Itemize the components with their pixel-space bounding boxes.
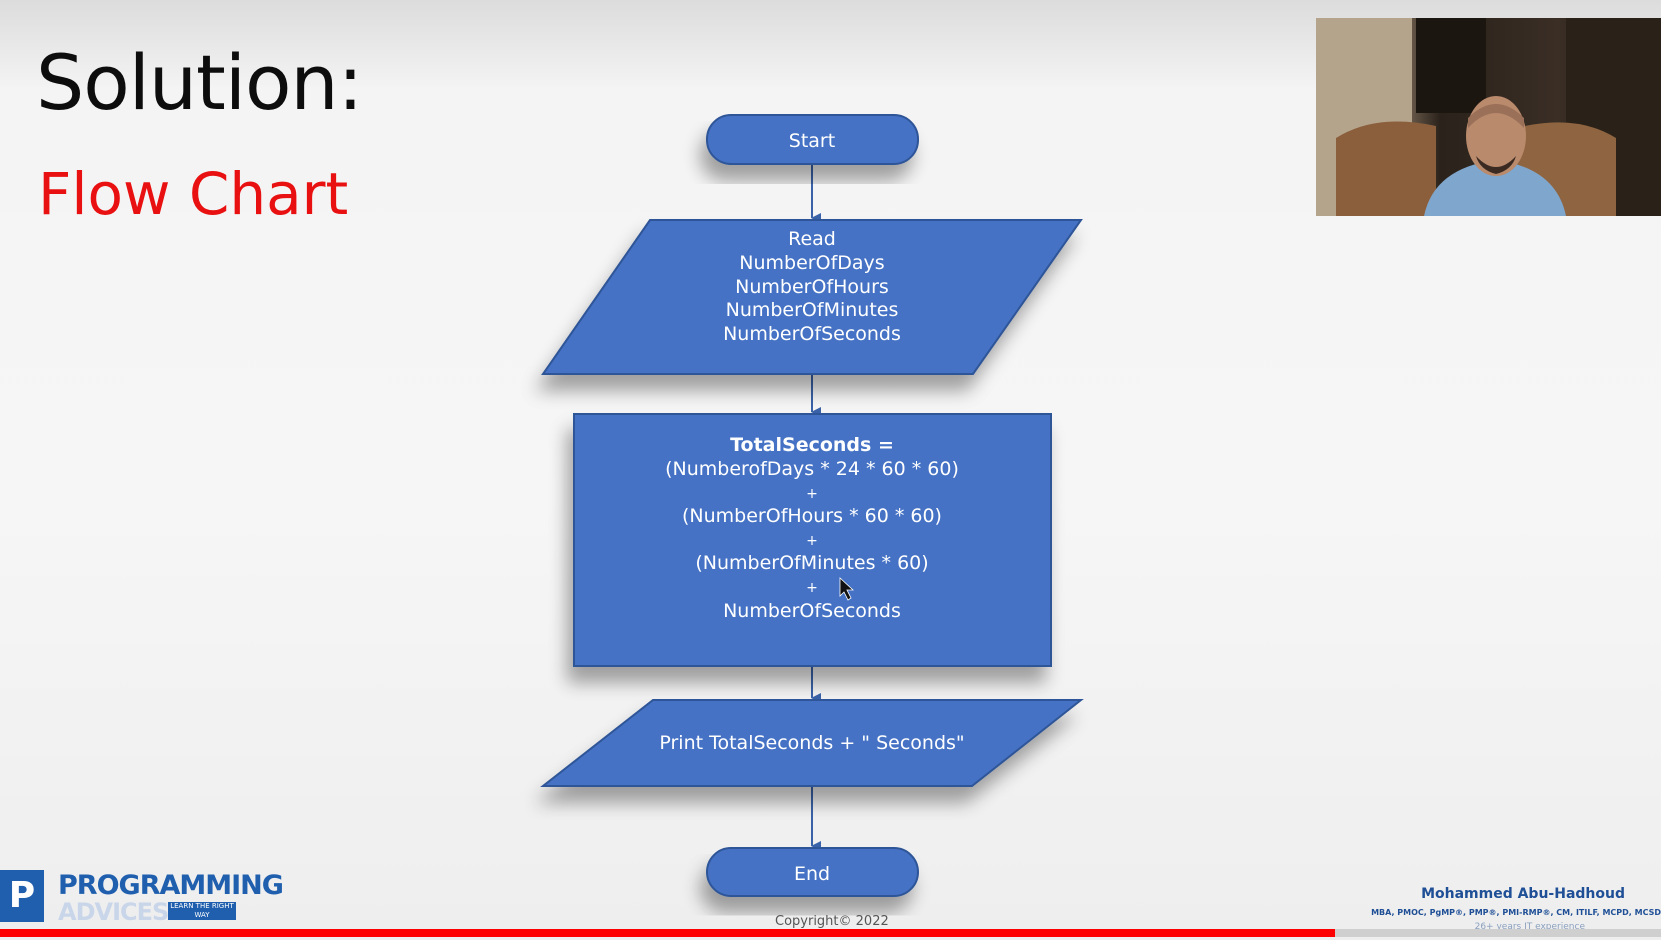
start-label: Start [789, 130, 835, 152]
programming-advices-logo: P PROGRAMMING ADVICES LEARN THE RIGHT WA… [0, 868, 284, 928]
process-line: (NumberOfHours * 60 * 60) [682, 505, 942, 527]
presenter-video-icon [1316, 18, 1661, 216]
webcam-overlay [1316, 18, 1661, 216]
end-terminal: End [706, 847, 919, 897]
output-parallelogram: Print TotalSeconds + " Seconds" [540, 699, 1084, 787]
presenter-name: Mohammed Abu-Hadhoud [1421, 886, 1625, 902]
input-line: NumberOfHours [735, 276, 889, 298]
copyright-text: Copyright© 2022 [775, 914, 889, 929]
presenter-credentials: MBA, PMOC, PgMP®, PMP®, PMI-RMP®, CM, IT… [1371, 908, 1661, 917]
input-line: NumberOfSeconds [723, 323, 901, 345]
process-rectangle: TotalSeconds = (NumberofDays * 24 * 60 *… [573, 413, 1052, 667]
start-terminal: Start [706, 114, 919, 165]
logo-text-line1: PROGRAMMING [58, 870, 284, 901]
video-progress-fill [0, 929, 1336, 937]
output-label: Print TotalSeconds + " Seconds" [659, 732, 964, 754]
input-line: Read [788, 228, 836, 250]
logo-p-icon: P [0, 870, 44, 922]
video-progress-bar[interactable] [0, 929, 1661, 937]
input-line: NumberOfMinutes [726, 299, 899, 321]
process-heading: TotalSeconds = [730, 434, 894, 456]
process-line: + [806, 486, 818, 502]
process-line: (NumberOfMinutes * 60) [695, 552, 928, 574]
end-label: End [794, 863, 830, 885]
process-line: NumberOfSeconds [723, 600, 901, 622]
process-line: + [806, 580, 818, 596]
process-line: + [806, 533, 818, 549]
logo-text-line2: ADVICES [58, 898, 169, 926]
input-line: NumberOfDays [739, 252, 884, 274]
input-parallelogram: Read NumberOfDays NumberOfHours NumberOf… [541, 219, 1083, 375]
process-line: (NumberofDays * 24 * 60 * 60) [665, 458, 959, 480]
logo-tagline: LEARN THE RIGHT WAY [168, 902, 236, 920]
